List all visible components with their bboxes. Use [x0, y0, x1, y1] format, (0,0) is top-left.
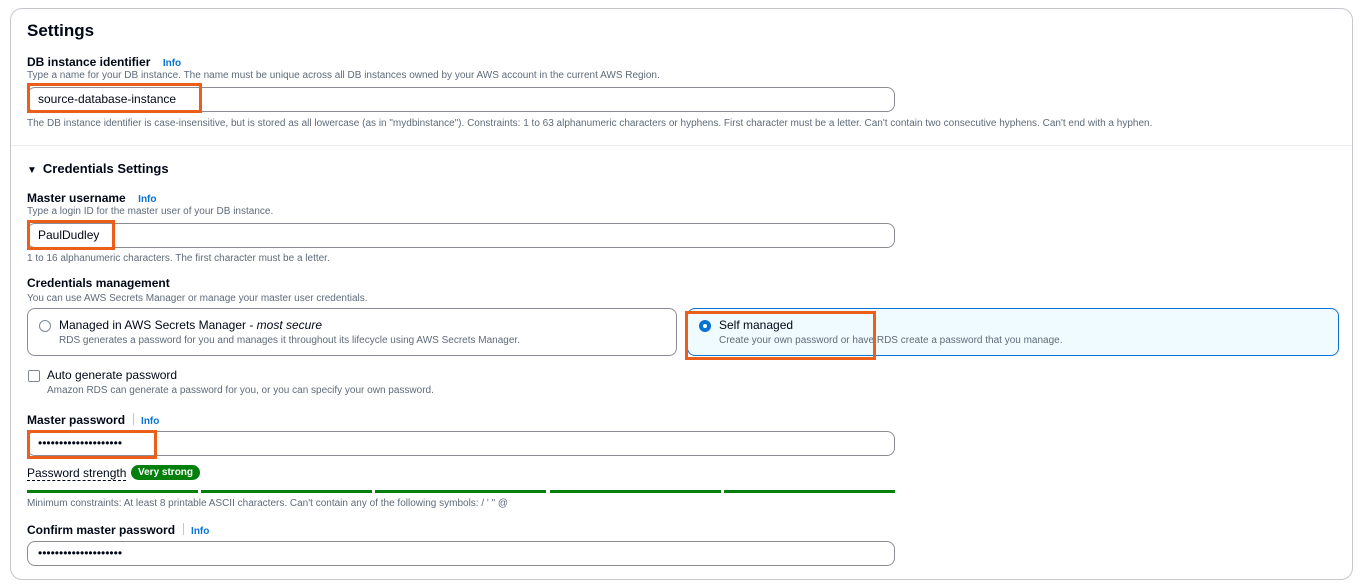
- master-password-constraint: Minimum constraints: At least 8 printabl…: [27, 498, 509, 509]
- settings-panel: Settings DB instance identifier Info Typ…: [10, 8, 1353, 580]
- credentials-management-label: Credentials management: [27, 276, 170, 290]
- master-username-description: Type a login ID for the master user of y…: [27, 206, 274, 217]
- auto-generate-checkbox[interactable]: [28, 370, 40, 382]
- strength-meter-segment: [550, 490, 721, 493]
- confirm-password-label: Confirm master password: [27, 523, 176, 537]
- option-secrets-manager-description: RDS generates a password for you and man…: [59, 335, 520, 346]
- credentials-section-toggle[interactable]: ▼ Credentials Settings: [27, 161, 169, 176]
- master-password-label: Master password: [27, 413, 126, 427]
- highlight-self-managed: [685, 311, 876, 360]
- credentials-section-title: Credentials Settings: [42, 161, 169, 176]
- db-identifier-constraint: The DB instance identifier is case-insen…: [27, 118, 1153, 129]
- master-password-label-row: Master password Info: [27, 411, 159, 429]
- confirm-password-info-link[interactable]: Info: [191, 526, 209, 537]
- credentials-management-description: You can use AWS Secrets Manager or manag…: [27, 293, 368, 304]
- master-username-constraint: 1 to 16 alphanumeric characters. The fir…: [27, 253, 330, 264]
- master-username-label: Master username: [27, 191, 126, 205]
- master-username-label-row: Master username Info: [27, 189, 157, 207]
- label-separator: [133, 413, 135, 425]
- label-separator: [183, 523, 185, 535]
- strength-meter-segment: [375, 490, 546, 493]
- caret-down-icon: ▼: [27, 165, 37, 176]
- master-username-info-link[interactable]: Info: [138, 194, 156, 205]
- password-strength-label: Password strength: [27, 466, 127, 481]
- db-identifier-label-row: DB instance identifier Info: [27, 53, 181, 71]
- option-secrets-manager-tile[interactable]: Managed in AWS Secrets Manager - most se…: [27, 308, 677, 356]
- db-identifier-label: DB instance identifier: [27, 55, 151, 69]
- settings-title: Settings: [27, 21, 95, 40]
- auto-generate-description: Amazon RDS can generate a password for y…: [47, 385, 434, 396]
- db-identifier-info-link[interactable]: Info: [163, 58, 181, 69]
- strength-meter-segment: [201, 490, 372, 493]
- master-username-input[interactable]: PaulDudley: [27, 223, 895, 248]
- radio-secrets-manager[interactable]: [39, 320, 51, 332]
- auto-generate-label: Auto generate password: [47, 368, 178, 382]
- strength-meter-segment: [724, 490, 895, 493]
- section-divider: [11, 145, 1352, 146]
- db-identifier-description: Type a name for your DB instance. The na…: [27, 70, 660, 81]
- confirm-password-input[interactable]: ••••••••••••••••••••: [27, 541, 895, 566]
- master-password-info-link[interactable]: Info: [141, 416, 159, 427]
- highlight-master-password: [27, 430, 157, 459]
- confirm-password-label-row: Confirm master password Info: [27, 521, 209, 539]
- strength-meter-segment: [27, 490, 198, 493]
- highlight-master-username: [27, 220, 115, 250]
- password-strength-badge: Very strong: [131, 465, 201, 480]
- option-secrets-manager-title: Managed in AWS Secrets Manager - most se…: [59, 318, 323, 332]
- master-password-input[interactable]: ••••••••••••••••••••: [27, 431, 895, 456]
- highlight-db-identifier: [27, 83, 202, 113]
- confirm-password-value: ••••••••••••••••••••: [38, 546, 123, 560]
